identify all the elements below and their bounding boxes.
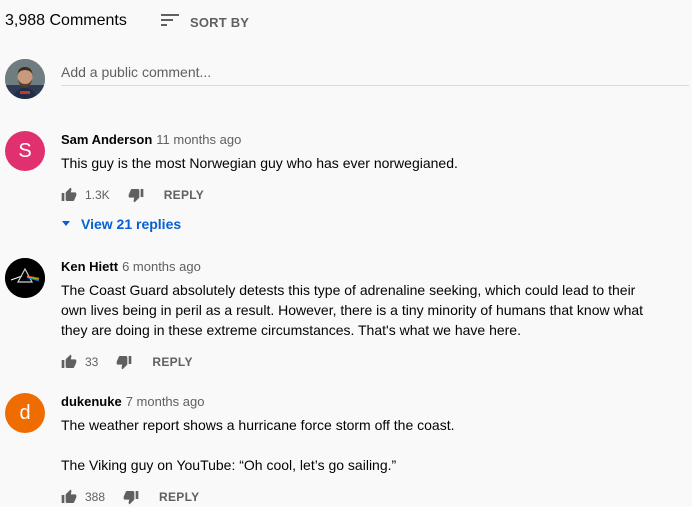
comment-time[interactable]: 11 months ago <box>156 132 241 147</box>
caret-down-icon <box>61 215 71 233</box>
author-avatar[interactable] <box>5 258 45 298</box>
like-icon[interactable] <box>61 187 77 203</box>
view-replies-button[interactable]: View 21 replies <box>61 215 682 233</box>
comment-count: 3,988 Comments <box>5 12 127 29</box>
author-avatar[interactable]: S <box>5 131 45 171</box>
add-comment-row <box>5 59 692 99</box>
comment-text: The Coast Guard absolutely detests this … <box>61 282 644 338</box>
sort-icon <box>160 10 180 35</box>
comment-time[interactable]: 6 months ago <box>122 259 201 274</box>
comment-author[interactable]: dukenuke <box>61 394 122 409</box>
prism-avatar-icon <box>5 258 45 298</box>
comment-time[interactable]: 7 months ago <box>126 394 205 409</box>
dislike-icon[interactable] <box>123 489 139 505</box>
like-count: 1.3K <box>85 188 110 202</box>
dislike-icon[interactable] <box>128 187 144 203</box>
dislike-icon[interactable] <box>116 354 132 370</box>
add-comment-input[interactable] <box>61 59 689 86</box>
reply-button[interactable]: REPLY <box>159 490 199 504</box>
reply-button[interactable]: REPLY <box>152 355 192 369</box>
comment-author[interactable]: Ken Hiett <box>61 259 118 274</box>
like-icon[interactable] <box>61 354 77 370</box>
user-avatar[interactable] <box>5 59 45 99</box>
author-avatar[interactable]: d <box>5 393 45 433</box>
comment-text: The weather report shows a hurricane for… <box>61 417 455 473</box>
view-replies-label: View 21 replies <box>81 216 182 232</box>
avatar-letter: d <box>19 401 31 424</box>
avatar-letter: S <box>18 139 32 162</box>
like-count: 388 <box>85 490 106 504</box>
comments-header: 3,988 Comments <box>5 10 127 32</box>
like-count: 33 <box>85 355 99 369</box>
sort-by-button[interactable]: SORT BY <box>160 10 249 35</box>
sort-by-label: SORT BY <box>190 15 250 30</box>
comment-text: This guy is the most Norwegian guy who h… <box>61 155 458 171</box>
reply-button[interactable]: REPLY <box>164 188 204 202</box>
like-icon[interactable] <box>61 489 77 505</box>
comment-author[interactable]: Sam Anderson <box>61 132 152 147</box>
